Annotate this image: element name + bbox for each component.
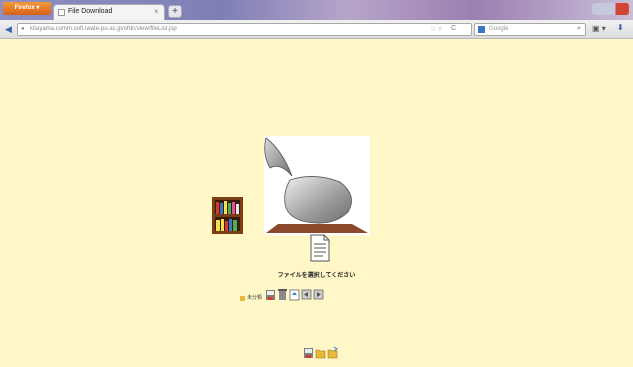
bookmarks-menu-icon[interactable]: ▣ ▾: [592, 24, 606, 33]
downloads-icon[interactable]: ⬇: [617, 23, 624, 32]
move-left-icon[interactable]: [301, 288, 312, 301]
folder-icon[interactable]: [240, 296, 245, 301]
tab-file-download[interactable]: File Download ×: [53, 4, 165, 20]
document-icon[interactable]: [309, 234, 331, 262]
page-icon: [58, 9, 65, 16]
new-tab-button[interactable]: +: [168, 5, 182, 18]
upload-icon[interactable]: [289, 288, 300, 301]
back-icon[interactable]: ◀: [5, 24, 15, 34]
reload-icon[interactable]: C: [451, 25, 456, 32]
category-label[interactable]: 未分類: [247, 294, 262, 301]
folder-icon[interactable]: [315, 346, 326, 359]
navigation-bar: ◀ ● kitayama.comm.soft.iwate-pu.ac.jp/of…: [0, 20, 633, 39]
open-folder-icon[interactable]: [327, 346, 338, 359]
select-file-prompt: ファイルを選択してください: [277, 273, 356, 279]
search-placeholder[interactable]: Google: [489, 26, 508, 32]
search-bar[interactable]: Google ⌕: [474, 23, 586, 36]
bottom-toolbar: [303, 346, 338, 360]
tab-label: File Download: [68, 8, 113, 15]
search-icon[interactable]: ⌕: [577, 25, 581, 33]
move-right-icon[interactable]: [313, 288, 324, 301]
save-icon[interactable]: [265, 288, 276, 301]
firefox-menu-button[interactable]: Firefox ▾: [3, 2, 51, 15]
bookmark-star-icon[interactable]: ☆ ▿: [430, 25, 442, 33]
url-bar[interactable]: ● kitayama.comm.soft.iwate-pu.ac.jp/ofdc…: [17, 23, 472, 36]
save-icon[interactable]: [303, 346, 314, 359]
url-text[interactable]: kitayama.comm.soft.iwate-pu.ac.jp/ofdc/v…: [30, 26, 177, 32]
page-content: ファイルを選択してください 未分類: [0, 40, 633, 367]
site-identity-icon[interactable]: ●: [21, 26, 25, 32]
trash-can-panel[interactable]: [264, 136, 370, 235]
delete-icon[interactable]: [277, 288, 288, 301]
search-engine-icon[interactable]: [478, 26, 485, 33]
window-controls[interactable]: [592, 3, 629, 15]
bookshelf-icon[interactable]: [212, 197, 243, 234]
close-tab-icon[interactable]: ×: [154, 7, 159, 16]
file-toolbar: 未分類: [240, 287, 324, 301]
title-bar: Firefox ▾ File Download × +: [0, 0, 633, 20]
